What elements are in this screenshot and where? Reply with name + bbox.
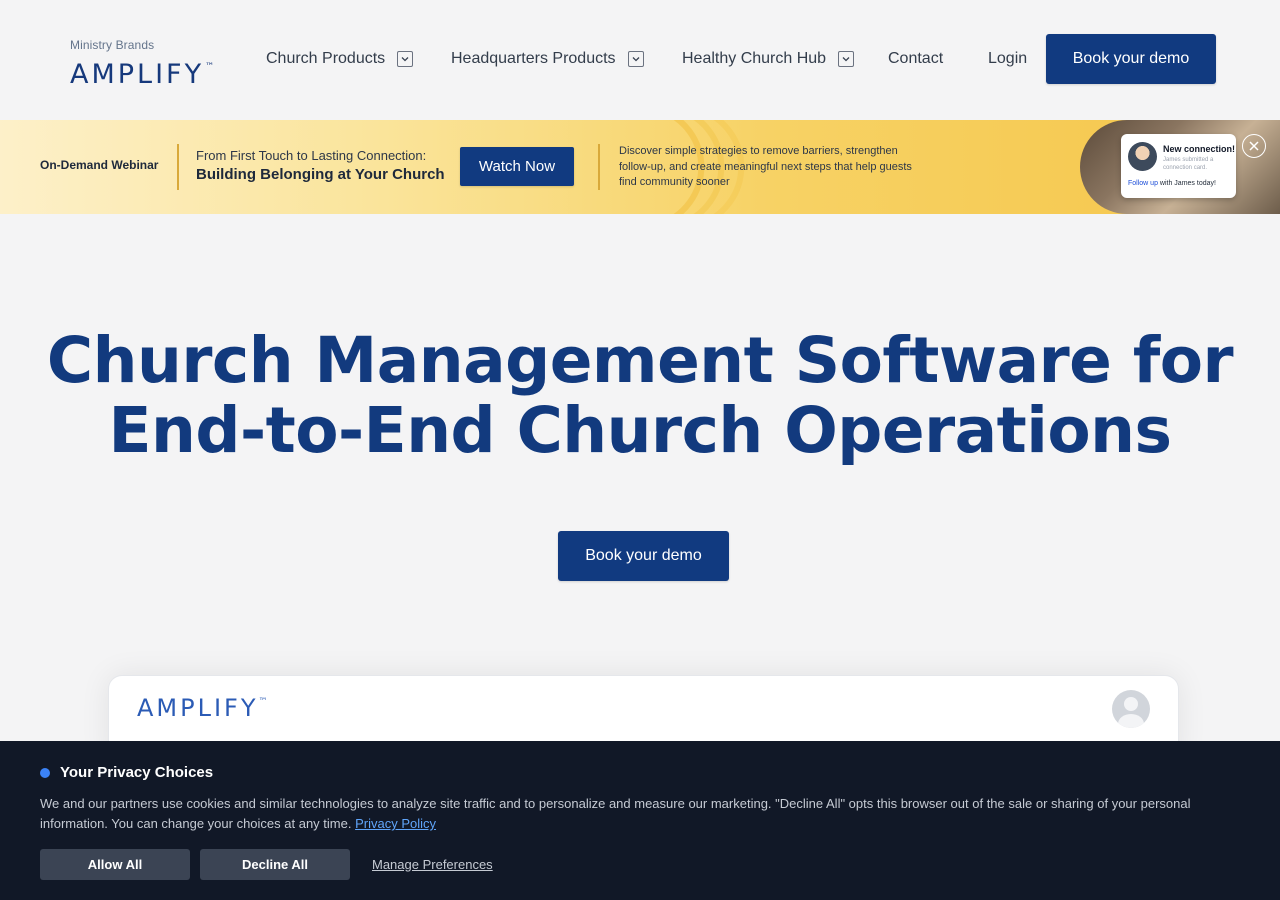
banner-title: Building Belonging at Your Church [196,166,445,183]
nav-contact-label: Contact [888,50,944,67]
user-avatar-icon [1112,690,1150,728]
manage-preferences-link[interactable]: Manage Preferences [372,857,493,872]
privacy-body: We and our partners use cookies and simi… [40,796,1191,831]
preview-logo-text: AMPLIFY [137,694,259,722]
banner-label: On-Demand Webinar [40,158,159,172]
logo-wordmark-text: AMPLIFY [70,59,205,90]
logo-wordmark: AMPLIFY™ [70,52,240,90]
book-demo-button-header[interactable]: Book your demo [1046,34,1216,84]
chevron-down-icon[interactable] [397,51,414,67]
decline-all-button[interactable]: Decline All [200,849,350,880]
notification-card: New connection! James submitted a connec… [1121,134,1236,198]
nav-healthy-church-hub-label: Healthy Church Hub [682,50,827,67]
allow-all-button[interactable]: Allow All [40,849,190,880]
notification-follow-suffix: with James today! [1157,180,1216,187]
notification-title: New connection! [1163,144,1236,154]
logo-ministry-brands: Ministry Brands [70,38,155,52]
preview-logo-trademark: ™ [258,697,268,707]
preview-logo: AMPLIFY™ [137,694,268,722]
privacy-banner: Your Privacy Choices We and our partners… [0,741,1280,900]
nav-contact[interactable]: Contact [888,48,943,70]
nav-headquarters-products-label: Headquarters Products [451,50,616,67]
site-header: Ministry Brands AMPLIFY™ Church Products… [0,0,1280,118]
hero-title: Church Management Software for End-to-En… [46,324,1234,467]
privacy-title: Your Privacy Choices [60,764,214,781]
notification-text: James submitted a connection card. [1163,157,1214,171]
book-demo-button-hero[interactable]: Book your demo [558,531,729,581]
status-dot-icon [40,768,50,778]
nav-login[interactable]: Login [988,48,1027,70]
nav-church-products[interactable]: Church Products [266,48,414,70]
nav-church-products-label: Church Products [266,50,386,67]
notification-follow-up: Follow up with James today! [1128,180,1216,187]
watch-now-button[interactable]: Watch Now [460,147,574,186]
banner-subtitle: From First Touch to Lasting Connection: [196,148,427,163]
avatar [1128,142,1157,171]
banner-divider [177,144,179,190]
webinar-banner[interactable]: On-Demand Webinar From First Touch to La… [0,120,1280,214]
banner-divider [598,144,600,190]
nav-headquarters-products[interactable]: Headquarters Products [451,48,644,70]
chevron-down-icon[interactable] [627,51,644,67]
nav-login-label: Login [988,50,1028,67]
nav-healthy-church-hub[interactable]: Healthy Church Hub [682,48,855,70]
notification-follow-prefix: Follow up [1128,180,1158,187]
logo-trademark: ™ [205,62,215,72]
close-icon[interactable] [1242,134,1266,158]
banner-description: Discover simple strategies to remove bar… [619,145,912,188]
chevron-down-icon[interactable] [838,51,855,67]
privacy-policy-link[interactable]: Privacy Policy [355,816,436,831]
privacy-text: We and our partners use cookies and simi… [40,794,1220,834]
amplify-logo[interactable]: Ministry Brands AMPLIFY™ [70,38,240,90]
